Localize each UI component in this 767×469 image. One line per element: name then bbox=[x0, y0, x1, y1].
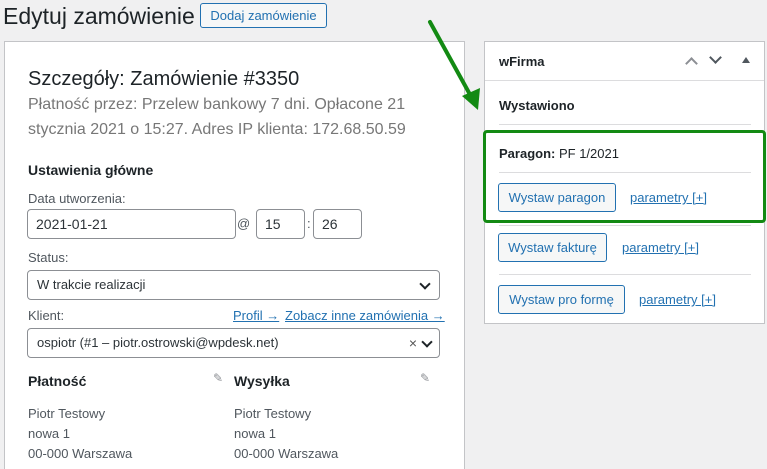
move-down-icon[interactable] bbox=[709, 51, 722, 64]
general-settings-title: Ustawienia główne bbox=[28, 162, 154, 178]
order-heading: Szczegóły: Zamówienie #3350 bbox=[28, 68, 300, 90]
billing-line: Piotr Testowy bbox=[28, 406, 106, 421]
chevron-down-icon bbox=[421, 336, 433, 348]
shipping-line: 00-000 Warszawa bbox=[234, 446, 339, 461]
hour-input[interactable]: 15 bbox=[256, 209, 305, 239]
page-title: Edytuj zamówienie bbox=[3, 3, 195, 29]
divider bbox=[499, 274, 751, 275]
invoice-parameters-link[interactable]: parametry [+] bbox=[622, 240, 699, 255]
issue-invoice-button[interactable]: Wystaw fakturę bbox=[498, 233, 607, 262]
divider bbox=[485, 80, 764, 81]
status-select[interactable]: W trakcie realizacji bbox=[27, 270, 440, 300]
annotation-arrow-icon bbox=[428, 20, 480, 110]
shipping-title: Wysyłka bbox=[234, 373, 290, 389]
move-up-icon[interactable] bbox=[685, 57, 698, 70]
wfirma-status: Wystawiono bbox=[499, 98, 575, 113]
chevron-down-icon bbox=[419, 278, 431, 290]
order-details-panel: Szczegóły: Zamówienie #3350 Płatność prz… bbox=[4, 41, 465, 469]
billing-line: 00-000 Warszawa bbox=[28, 446, 133, 461]
proforma-parameters-link[interactable]: parametry [+] bbox=[639, 292, 716, 307]
billing-line: nowa 1 bbox=[28, 426, 70, 441]
date-created-label: Data utworzenia: bbox=[28, 191, 126, 206]
clear-icon[interactable]: × bbox=[409, 329, 417, 357]
edit-shipping-pencil-icon[interactable]: ✎ bbox=[420, 371, 430, 385]
shipping-line: nowa 1 bbox=[234, 426, 276, 441]
other-orders-link[interactable]: Zobacz inne zamówienia → bbox=[285, 308, 445, 323]
shipping-line: Piotr Testowy bbox=[234, 406, 312, 421]
profile-link[interactable]: Profil → bbox=[233, 308, 279, 323]
client-label: Klient: bbox=[28, 308, 65, 323]
at-separator: @ bbox=[237, 216, 251, 231]
minute-input[interactable]: 26 bbox=[313, 209, 362, 239]
divider bbox=[499, 124, 751, 125]
highlight-box bbox=[483, 130, 766, 223]
edit-billing-pencil-icon[interactable]: ✎ bbox=[213, 371, 223, 385]
collapse-toggle-icon[interactable] bbox=[742, 57, 750, 63]
status-label: Status: bbox=[28, 250, 69, 265]
issue-proforma-button[interactable]: Wystaw pro formę bbox=[498, 285, 625, 314]
divider bbox=[499, 225, 751, 226]
time-separator: : bbox=[307, 216, 311, 231]
date-input[interactable]: 2021-01-21 bbox=[27, 209, 236, 239]
order-payment-meta: Płatność przez: Przelew bankowy 7 dni. O… bbox=[28, 96, 406, 138]
status-value: W trakcie realizacji bbox=[37, 277, 146, 292]
add-order-button[interactable]: Dodaj zamówienie bbox=[200, 3, 327, 28]
wfirma-title: wFirma bbox=[499, 54, 545, 69]
billing-title: Płatność bbox=[28, 373, 87, 389]
client-select[interactable]: ospiotr (#1 – piotr.ostrowski@wpdesk.net… bbox=[27, 328, 440, 358]
client-value: ospiotr (#1 – piotr.ostrowski@wpdesk.net… bbox=[37, 335, 279, 350]
